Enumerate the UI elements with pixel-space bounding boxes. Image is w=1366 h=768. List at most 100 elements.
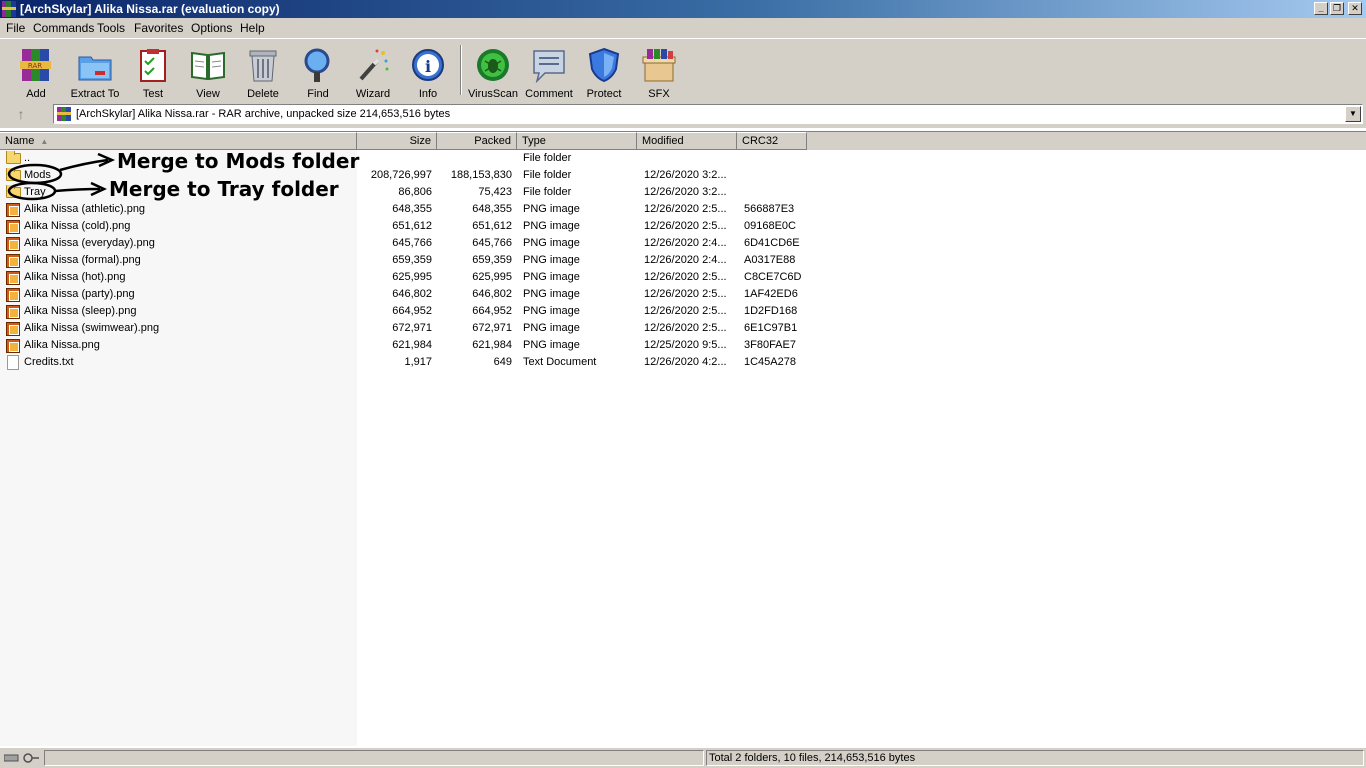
column-header-name[interactable]: Name ▲ <box>0 132 357 150</box>
protect-button[interactable]: Protect <box>576 45 632 100</box>
menu-commands[interactable]: Commands <box>33 21 94 35</box>
file-modified: 12/26/2020 2:4... <box>644 237 727 249</box>
file-name: Alika Nissa (formal).png <box>24 254 141 266</box>
table-row[interactable]: Alika Nissa (sleep).png 664,952 664,952 PNG… <box>0 303 810 320</box>
column-header-modified[interactable]: Modified <box>637 132 737 150</box>
close-button[interactable]: ✕ <box>1348 2 1362 15</box>
sfx-button[interactable]: SFX <box>631 45 687 100</box>
winrar-app-icon[interactable] <box>2 1 16 17</box>
file-type: File folder <box>523 186 572 198</box>
file-size: 659,359 <box>392 254 432 266</box>
file-modified: 12/26/2020 2:4... <box>644 254 727 266</box>
table-row[interactable]: Credits.txt 1,917 649 Text Document 12/26/20… <box>0 354 810 371</box>
file-packed: 664,952 <box>472 305 512 317</box>
menu-options[interactable]: Options <box>191 21 232 35</box>
table-row[interactable]: Alika Nissa (party).png 646,802 646,802 PNG… <box>0 286 810 303</box>
table-row[interactable]: Alika Nissa (athletic).png 648,355 648,355… <box>0 201 810 218</box>
table-row[interactable]: Alika Nissa (hot).png 625,995 625,995 PNG i… <box>0 269 810 286</box>
column-header-packed[interactable]: Packed <box>437 132 517 150</box>
column-header: Name ▲ Size Packed Type Modified CRC32 <box>0 132 1366 150</box>
column-header-size[interactable]: Size <box>357 132 437 150</box>
status-bar: Total 2 folders, 10 files, 214,653,516 b… <box>0 748 1366 768</box>
file-size <box>358 150 432 167</box>
file-type: PNG image <box>523 237 580 249</box>
menu-favorites[interactable]: Favorites <box>134 21 183 35</box>
file-packed: 645,766 <box>472 237 512 249</box>
row-icon <box>6 168 22 183</box>
add-button[interactable]: RAR Add <box>8 45 64 100</box>
file-size: 645,766 <box>392 237 432 249</box>
sfx-label: SFX <box>648 88 670 100</box>
table-row[interactable]: Alika Nissa (everyday).png 645,766 645,766… <box>0 235 810 252</box>
minimize-button[interactable]: _ <box>1314 2 1328 15</box>
file-type: File folder <box>523 169 572 181</box>
file-packed: 621,984 <box>472 339 512 351</box>
comment-button[interactable]: Comment <box>521 45 577 100</box>
file-name: Alika Nissa (everyday).png <box>24 237 155 249</box>
up-one-level-button[interactable]: ↑ <box>8 105 34 123</box>
info-button[interactable]: i Info <box>400 45 456 100</box>
file-packed: 651,612 <box>472 220 512 232</box>
view-button[interactable]: View <box>180 45 236 100</box>
chevron-down-icon: ▼ <box>1349 109 1357 118</box>
file-crc32 <box>744 150 808 167</box>
title-bar[interactable]: [ArchSkylar] Alika Nissa.rar (evaluation… <box>0 0 1366 18</box>
png-file-icon <box>6 271 20 285</box>
file-crc32: A0317E88 <box>744 254 796 266</box>
test-icon <box>140 49 166 82</box>
table-row[interactable]: Alika Nissa.png 621,984 621,984 PNG image 12… <box>0 337 810 354</box>
view-icon <box>191 51 225 81</box>
file-name: Alika Nissa (swimwear).png <box>24 322 160 334</box>
file-packed: 625,995 <box>472 271 512 283</box>
column-header-type[interactable]: Type <box>517 132 637 150</box>
file-packed: 648,355 <box>472 203 512 215</box>
file-size: 664,952 <box>392 305 432 317</box>
png-file-icon <box>6 322 20 336</box>
menu-help[interactable]: Help <box>240 21 265 35</box>
address-dropdown-button[interactable]: ▼ <box>1345 106 1361 122</box>
address-bar: ↑ [ArchSkylar] Alika Nissa.rar - RAR arc… <box>0 100 1366 128</box>
menu-file[interactable]: File <box>6 21 25 35</box>
file-type: File folder <box>523 152 572 164</box>
extract-icon <box>78 56 112 81</box>
png-file-icon <box>6 339 20 353</box>
add-icon: RAR <box>20 49 51 81</box>
text-file-icon <box>7 355 19 370</box>
file-modified: 12/26/2020 2:5... <box>644 322 727 334</box>
info-label: Info <box>418 88 438 100</box>
row-icon <box>6 338 22 353</box>
drive-key-icon[interactable] <box>4 752 40 764</box>
table-row[interactable]: Alika Nissa (formal).png 659,359 659,359 PN… <box>0 252 810 269</box>
file-packed: 188,153,830 <box>450 169 512 181</box>
file-packed: 672,971 <box>472 322 512 334</box>
png-file-icon <box>6 220 20 234</box>
file-name: Alika Nissa (hot).png <box>24 271 126 283</box>
file-packed: 659,359 <box>472 254 512 266</box>
delete-button[interactable]: Delete <box>235 45 291 100</box>
file-size: 625,995 <box>392 271 432 283</box>
file-packed: 75,423 <box>478 186 512 198</box>
address-field[interactable]: [ArchSkylar] Alika Nissa.rar - RAR archi… <box>53 104 1363 124</box>
restore-button[interactable]: ❐ <box>1330 2 1344 15</box>
table-row[interactable]: Alika Nissa (swimwear).png 672,971 672,971… <box>0 320 810 337</box>
file-list[interactable]: Name ▲ Size Packed Type Modified CRC32 ..… <box>0 131 1366 747</box>
extract-to-button[interactable]: Extract To <box>67 45 123 100</box>
virusscan-button[interactable]: VirusScan <box>465 45 521 100</box>
test-button[interactable]: Test <box>125 45 181 100</box>
protect-icon <box>588 47 620 83</box>
file-size: 646,802 <box>392 288 432 300</box>
find-button[interactable]: Find <box>290 45 346 100</box>
file-crc32 <box>744 184 808 201</box>
file-type: PNG image <box>523 203 580 215</box>
file-type: PNG image <box>523 288 580 300</box>
address-text: [ArchSkylar] Alika Nissa.rar - RAR archi… <box>76 108 451 120</box>
row-icon <box>6 185 22 200</box>
winrar-window: [ArchSkylar] Alika Nissa.rar (evaluation… <box>0 0 1366 768</box>
wizard-button[interactable]: Wizard <box>345 45 401 100</box>
file-modified: 12/25/2020 9:5... <box>644 339 727 351</box>
menu-tools[interactable]: Tools <box>97 21 125 35</box>
row-icon <box>6 270 22 285</box>
column-header-crc32[interactable]: CRC32 <box>737 132 807 150</box>
delete-icon <box>249 50 277 82</box>
table-row[interactable]: Alika Nissa (cold).png 651,612 651,612 PNG … <box>0 218 810 235</box>
